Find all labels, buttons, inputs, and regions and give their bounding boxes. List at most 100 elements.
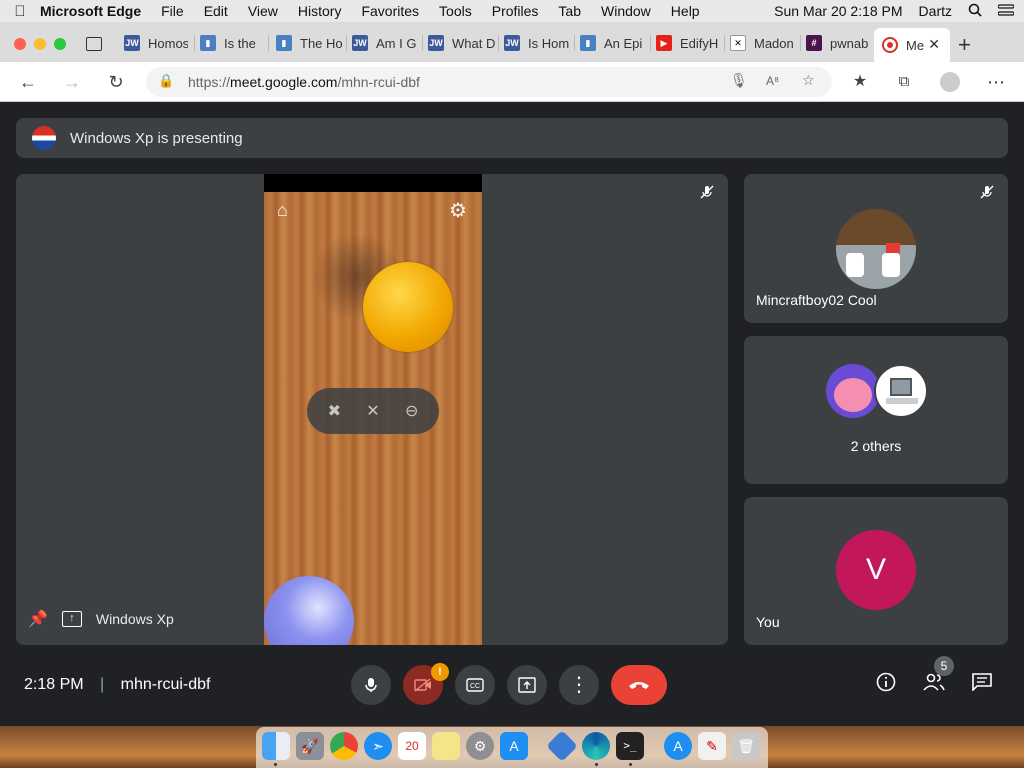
- add-favorite-icon[interactable]: ☆: [802, 72, 815, 89]
- system-preferences-icon[interactable]: ⚙: [466, 732, 494, 760]
- textedit-icon[interactable]: ✎: [698, 732, 726, 760]
- menu-profiles[interactable]: Profiles: [492, 3, 539, 19]
- menu-window[interactable]: Window: [601, 3, 651, 19]
- back-icon[interactable]: ←: [16, 70, 40, 94]
- tab-label: Is Hom: [528, 35, 570, 51]
- tab-7[interactable]: ▮ An Epi: [580, 30, 646, 56]
- mic-off-icon: [696, 184, 718, 206]
- menu-history[interactable]: History: [298, 3, 342, 19]
- bookmark-icon: ▮: [200, 35, 216, 51]
- menu-app-name[interactable]: Microsoft Edge: [40, 3, 141, 19]
- tab-3[interactable]: ▮ The Ho: [276, 30, 342, 56]
- tab-9[interactable]: ✕ Madon: [730, 30, 796, 56]
- tab-label: Madon: [754, 35, 794, 51]
- captions-button[interactable]: CC: [455, 665, 495, 705]
- new-tab-icon[interactable]: +: [958, 32, 971, 58]
- url-field[interactable]: 🔒 https://meet.google.com/mhn-rcui-dbf 🎙…: [146, 67, 832, 97]
- hash-icon: #: [806, 35, 822, 51]
- chrome-icon[interactable]: [330, 732, 358, 760]
- apple-icon[interactable]: : [0, 3, 40, 20]
- tab-label: Am I G: [376, 35, 417, 51]
- menu-tools[interactable]: Tools: [439, 3, 472, 19]
- youtube-icon: ▶: [656, 35, 672, 51]
- x-icon: ✕: [730, 35, 746, 51]
- avatar: [874, 364, 928, 418]
- menu-tab[interactable]: Tab: [558, 3, 581, 19]
- jw-icon: JW: [504, 35, 520, 51]
- present-now-button[interactable]: [507, 665, 547, 705]
- menu-bar:  Microsoft Edge File Edit View History …: [0, 0, 1024, 22]
- meeting-details: 2:18 PM | mhn-rcui-dbf: [24, 676, 211, 693]
- microphone-button[interactable]: [351, 665, 391, 705]
- tab-6[interactable]: JW Is Hom: [504, 30, 572, 56]
- home-icon: ⌂: [277, 200, 288, 220]
- meeting-details-icon[interactable]: [873, 672, 899, 698]
- notes-icon[interactable]: [432, 732, 460, 760]
- trash-icon[interactable]: 🗑: [732, 732, 760, 760]
- finder-icon[interactable]: [262, 732, 290, 760]
- forward-icon[interactable]: →: [60, 70, 84, 94]
- participant-tile[interactable]: Mincraftboy02 Cool: [744, 174, 1008, 323]
- mute-icon[interactable]: ✕: [366, 401, 379, 421]
- menubar-clock[interactable]: Sun Mar 20 2:18 PM: [774, 3, 902, 19]
- terminal-icon[interactable]: >_: [616, 732, 644, 760]
- leave-call-button[interactable]: [611, 665, 667, 705]
- tab-strip: JW Homos ▮ Is the ▮ The Ho JW Am I G JW What …: [0, 22, 1024, 62]
- reload-icon[interactable]: ↻: [104, 70, 128, 94]
- window-zoom-button[interactable]: [54, 38, 66, 50]
- present-screen-icon: ↑: [61, 611, 82, 627]
- presentation-stage[interactable]: ⌂ ⚙ ✖ ✕ ⊖ 📌 ↑ Windows Xp: [16, 174, 728, 645]
- bookmark-icon: ▮: [580, 35, 596, 51]
- tile-hover-controls: ✖ ✕ ⊖: [307, 388, 439, 434]
- menu-favorites[interactable]: Favorites: [361, 3, 419, 19]
- more-options-button[interactable]: ⋮: [559, 665, 599, 705]
- profile-avatar[interactable]: [940, 72, 960, 92]
- presenter-avatar: [32, 126, 56, 150]
- tab-label: The Ho: [300, 35, 342, 51]
- self-tile[interactable]: V You: [744, 497, 1008, 645]
- chat-icon[interactable]: [969, 672, 995, 698]
- read-aloud-icon[interactable]: A⁸: [766, 74, 779, 88]
- window-minimize-button[interactable]: [34, 38, 46, 50]
- collections-icon[interactable]: ⧉: [892, 70, 916, 94]
- safari-icon[interactable]: ➣: [364, 732, 392, 760]
- tab-close-icon[interactable]: ✕: [928, 36, 940, 53]
- vscode-icon[interactable]: [546, 730, 578, 762]
- spotlight-search-icon[interactable]: [968, 3, 982, 20]
- menubar-user[interactable]: Dartz: [919, 3, 952, 19]
- tab-google-meet-active[interactable]: Me ✕: [874, 28, 950, 62]
- pin-icon[interactable]: 📌: [28, 609, 48, 629]
- tab-2[interactable]: ▮ Is the: [200, 30, 262, 56]
- app-store-icon[interactable]: A: [500, 732, 528, 760]
- favorites-icon[interactable]: ★: [848, 70, 872, 94]
- tab-label: Is the: [224, 35, 256, 51]
- others-tile[interactable]: 2 others: [744, 336, 1008, 484]
- menu-edit[interactable]: Edit: [204, 3, 228, 19]
- control-center-icon[interactable]: [997, 3, 1015, 19]
- lock-icon[interactable]: 🔒: [158, 73, 174, 89]
- menu-file[interactable]: File: [161, 3, 184, 19]
- tab-4[interactable]: JW Am I G: [352, 30, 418, 56]
- people-count-badge: 5: [934, 656, 954, 676]
- tab-1[interactable]: JW Homos: [124, 30, 188, 56]
- more-options-icon[interactable]: ⋯: [984, 70, 1008, 94]
- gear-icon: ⚙: [449, 200, 467, 222]
- tab-5[interactable]: JW What D: [428, 30, 496, 56]
- app-store-downloads-icon[interactable]: A: [664, 732, 692, 760]
- remove-icon[interactable]: ⊖: [405, 401, 418, 421]
- avatar: V: [836, 530, 916, 610]
- tab-label: pwnab: [830, 35, 869, 51]
- menu-view[interactable]: View: [248, 3, 278, 19]
- tab-label: An Epi: [604, 35, 643, 51]
- window-close-button[interactable]: [14, 38, 26, 50]
- unpin-icon[interactable]: ✖: [328, 401, 341, 421]
- tab-10[interactable]: # pwnab: [806, 30, 872, 56]
- edge-icon[interactable]: [582, 732, 610, 760]
- svg-text:CC: CC: [470, 683, 480, 690]
- calendar-icon[interactable]: 20: [398, 732, 426, 760]
- launchpad-icon[interactable]: 🚀: [296, 732, 324, 760]
- tab-8[interactable]: ▶ EdifyH: [656, 30, 722, 56]
- tab-actions-icon[interactable]: [86, 37, 102, 51]
- microphone-icon[interactable]: 🎙: [730, 72, 748, 89]
- menu-help[interactable]: Help: [671, 3, 700, 19]
